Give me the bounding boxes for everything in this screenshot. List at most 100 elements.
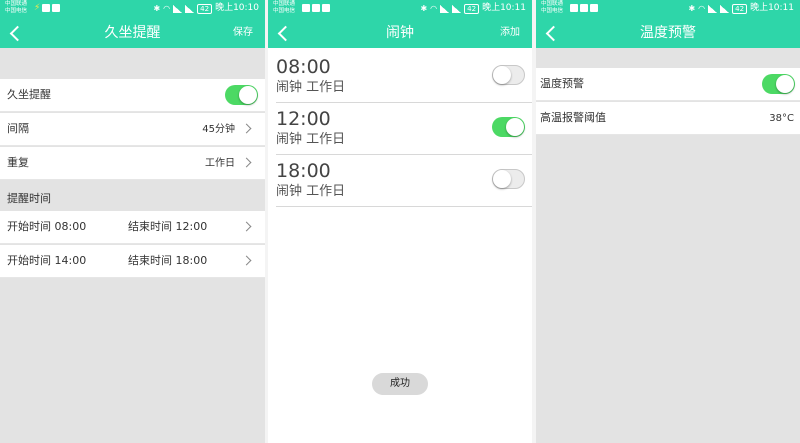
battery-icon: 42 (197, 3, 213, 14)
toggle-knob (239, 86, 257, 104)
signal-icon (452, 4, 462, 13)
signal-icon (173, 4, 183, 13)
add-alarm-button[interactable]: 添加 (500, 26, 520, 40)
status-right: ✱ ◠ 42 晚上10:11 (420, 3, 526, 14)
bluetooth-icon: ✱ (420, 4, 428, 13)
repeat-label: 重复 (7, 156, 29, 169)
battery-icon: 42 (464, 3, 480, 14)
toggle-knob (506, 118, 524, 136)
reminder-label: 久坐提醒 (7, 88, 51, 101)
alarm-label: 闹钟 工作日 (276, 132, 346, 147)
interval-row[interactable]: 间隔 45分钟 (0, 113, 265, 146)
temperature-warning-screen: 中国联通 中国电信 ✱ ◠ 42 晚上10:11 温度预警 温度预警 高温报警阈… (536, 0, 800, 443)
toggle-knob (776, 75, 794, 93)
carrier-info: 中国联通 中国电信 (273, 1, 295, 15)
alarm-label: 闹钟 工作日 (276, 184, 346, 199)
bluetooth-icon: ✱ (153, 4, 161, 13)
carrier-info: 中国联通 中国电信 (541, 1, 563, 15)
alarm-item[interactable]: 08:00 闹钟 工作日 (276, 51, 532, 103)
end-time: 结束时间 18:00 (128, 254, 208, 267)
app-notification-icon (590, 4, 598, 12)
threshold-label: 高温报警阈值 (540, 111, 606, 124)
carrier-2: 中国电信 (541, 8, 564, 14)
threshold-row[interactable]: 高温报警阈值 38°C (536, 102, 800, 135)
end-time: 结束时间 12:00 (128, 220, 208, 233)
alarm-item[interactable]: 12:00 闹钟 工作日 (276, 103, 532, 155)
page-title: 温度预警 (640, 25, 696, 41)
alarm-time: 08:00 (276, 56, 331, 78)
reminder-toggle-row[interactable]: 久坐提醒 (0, 79, 265, 112)
status-bar: 中国联通 中国电信 ✱ ◠ 42 晚上10:11 (268, 0, 532, 18)
alarm-toggle[interactable] (492, 65, 525, 85)
save-button[interactable]: 保存 (233, 26, 253, 40)
interval-label: 间隔 (7, 122, 29, 135)
alarm-label: 闹钟 工作日 (276, 80, 346, 95)
wifi-icon: ◠ (163, 4, 171, 13)
signal-icon (185, 4, 195, 13)
notification-icons (570, 4, 598, 12)
chevron-right-icon (241, 123, 252, 134)
wifi-icon: ◠ (698, 4, 706, 13)
carrier-1: 中国联通 (541, 1, 564, 7)
title-bar: 闹钟 添加 (268, 18, 532, 48)
title-bar: 温度预警 (536, 18, 800, 48)
clock: 晚上10:11 (750, 3, 794, 13)
time-range-row[interactable]: 开始时间 14:00 结束时间 18:00 (0, 245, 265, 278)
repeat-row[interactable]: 重复 工作日 (0, 147, 265, 180)
chevron-right-icon (241, 157, 252, 168)
time-range-row[interactable]: 开始时间 08:00 结束时间 12:00 (0, 211, 265, 244)
title-bar: 久坐提醒 保存 (0, 18, 265, 48)
warning-toggle[interactable] (762, 74, 795, 94)
carrier-1: 中国联通 (273, 1, 296, 7)
warning-label: 温度预警 (540, 77, 584, 90)
bluetooth-icon: ✱ (688, 4, 696, 13)
app-notification-icon (580, 4, 588, 12)
toggle-knob (493, 66, 511, 84)
alarm-screen: 中国联通 中国电信 ✱ ◠ 42 晚上10:11 闹钟 添加 08:00 闹钟 … (268, 0, 532, 443)
toggle-knob (493, 170, 511, 188)
carrier-2: 中国电信 (273, 8, 296, 14)
lightning-icon: ⚡ (34, 3, 41, 13)
notification-icons: ⚡ (34, 3, 61, 13)
status-right: ✱ ◠ 42 晚上10:10 (153, 3, 259, 14)
section-header: 提醒时间 (7, 192, 51, 205)
clock: 晚上10:10 (215, 3, 259, 13)
alarm-time: 12:00 (276, 108, 331, 130)
status-bar: 中国联通 中国电信 ⚡ ✱ ◠ 42 晚上10:10 (0, 0, 265, 18)
reminder-toggle[interactable] (225, 85, 258, 105)
app-notification-icon (52, 4, 61, 12)
battery-icon: 42 (732, 3, 748, 14)
start-time: 开始时间 14:00 (7, 254, 87, 267)
sedentary-reminder-screen: 中国联通 中国电信 ⚡ ✱ ◠ 42 晚上10:10 久坐提醒 保存 久坐提醒 … (0, 0, 265, 443)
app-notification-icon (322, 4, 330, 12)
alarm-time: 18:00 (276, 160, 331, 182)
interval-value: 45分钟 (202, 124, 235, 135)
start-time: 开始时间 08:00 (7, 220, 87, 233)
app-notification-icon (302, 4, 310, 12)
temperature-warning-row[interactable]: 温度预警 (536, 68, 800, 101)
alarm-toggle[interactable] (492, 117, 525, 137)
threshold-value: 38°C (769, 113, 794, 124)
status-right: ✱ ◠ 42 晚上10:11 (688, 3, 794, 14)
signal-icon (440, 4, 450, 13)
alarm-toggle[interactable] (492, 169, 525, 189)
notification-icons (302, 4, 330, 12)
page-title: 闹钟 (386, 25, 414, 41)
app-notification-icon (312, 4, 320, 12)
carrier-2: 中国电信 (5, 8, 28, 14)
wifi-icon: ◠ (430, 4, 438, 13)
app-notification-icon (42, 4, 51, 12)
clock: 晚上10:11 (482, 3, 526, 13)
chevron-right-icon (241, 255, 252, 266)
signal-icon (720, 4, 730, 13)
chevron-right-icon (241, 221, 252, 232)
carrier-info: 中国联通 中国电信 (5, 1, 27, 15)
app-notification-icon (570, 4, 578, 12)
page-title: 久坐提醒 (104, 25, 161, 41)
status-bar: 中国联通 中国电信 ✱ ◠ 42 晚上10:11 (536, 0, 800, 18)
carrier-1: 中国联通 (5, 1, 28, 7)
repeat-value: 工作日 (205, 158, 235, 169)
alarm-item[interactable]: 18:00 闹钟 工作日 (276, 155, 532, 207)
signal-icon (708, 4, 718, 13)
success-toast: 成功 (372, 373, 428, 395)
